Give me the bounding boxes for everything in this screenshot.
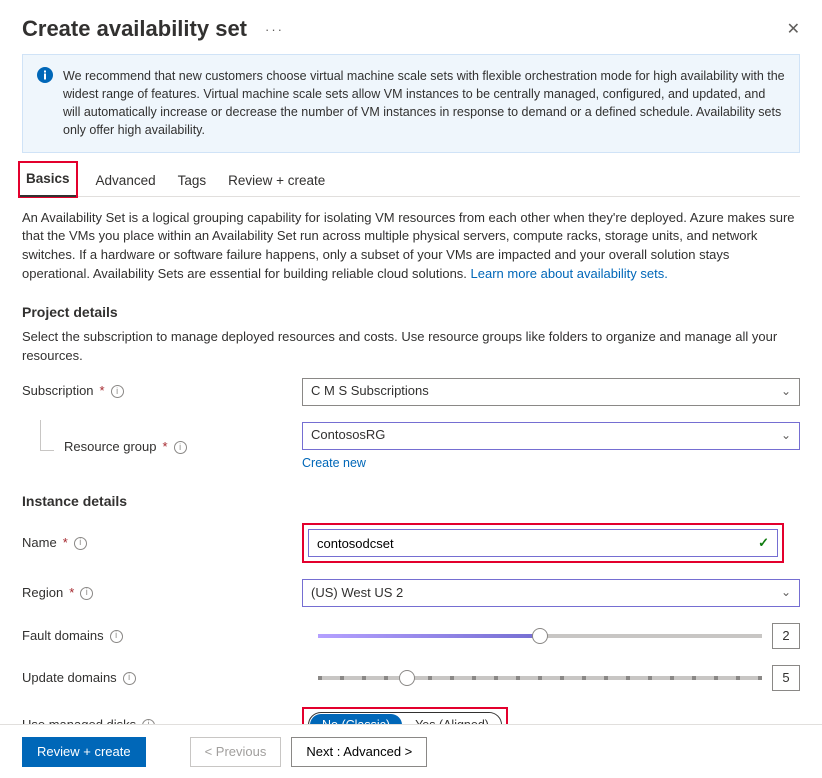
tabs: Basics Advanced Tags Review + create xyxy=(22,163,800,197)
chevron-down-icon: ⌄ xyxy=(781,383,791,400)
subscription-select[interactable]: C M S Subscriptions ⌄ xyxy=(302,378,800,406)
required-indicator: * xyxy=(69,584,74,603)
info-icon[interactable]: i xyxy=(123,672,136,685)
region-label: Region xyxy=(22,584,63,603)
fault-domains-value[interactable]: 2 xyxy=(772,623,800,649)
next-button[interactable]: Next : Advanced > xyxy=(291,737,427,767)
info-banner-text: We recommend that new customers choose v… xyxy=(63,67,785,140)
update-domains-label: Update domains xyxy=(22,669,117,688)
learn-more-link[interactable]: Learn more about availability sets. xyxy=(471,266,668,281)
subscription-label: Subscription xyxy=(22,382,94,401)
page-title: Create availability set xyxy=(22,16,247,42)
create-new-link[interactable]: Create new xyxy=(302,454,366,472)
resource-group-label: Resource group xyxy=(64,438,157,457)
slider-thumb[interactable] xyxy=(532,628,548,644)
tab-advanced[interactable]: Advanced xyxy=(96,163,156,196)
info-icon xyxy=(37,67,53,83)
info-icon[interactable]: i xyxy=(174,441,187,454)
slider-thumb[interactable] xyxy=(399,670,415,686)
required-indicator: * xyxy=(100,382,105,401)
update-domains-value[interactable]: 5 xyxy=(772,665,800,691)
previous-button: < Previous xyxy=(190,737,282,767)
info-icon[interactable]: i xyxy=(110,630,123,643)
valid-check-icon: ✓ xyxy=(758,534,769,553)
info-banner: We recommend that new customers choose v… xyxy=(22,54,800,153)
region-select[interactable]: (US) West US 2 ⌄ xyxy=(302,579,800,607)
tab-review-create[interactable]: Review + create xyxy=(228,163,325,196)
footer: Review + create < Previous Next : Advanc… xyxy=(0,724,822,778)
required-indicator: * xyxy=(163,438,168,457)
resource-group-select[interactable]: ContososRG ⌄ xyxy=(302,422,800,450)
fault-domains-slider[interactable] xyxy=(318,634,762,638)
tab-tags[interactable]: Tags xyxy=(178,163,207,196)
close-button[interactable]: ✕ xyxy=(787,19,800,39)
name-label: Name xyxy=(22,534,57,553)
chevron-down-icon: ⌄ xyxy=(781,427,791,444)
section-project-details: Project details xyxy=(22,302,800,322)
more-menu[interactable]: ··· xyxy=(265,22,284,37)
update-domains-slider[interactable] xyxy=(318,676,762,680)
info-icon[interactable]: i xyxy=(80,587,93,600)
fault-domains-label: Fault domains xyxy=(22,627,104,646)
name-input[interactable]: ✓ xyxy=(308,529,778,557)
info-icon[interactable]: i xyxy=(111,385,124,398)
required-indicator: * xyxy=(63,534,68,553)
tab-description: An Availability Set is a logical groupin… xyxy=(22,209,800,284)
chevron-down-icon: ⌄ xyxy=(781,584,791,601)
tab-basics[interactable]: Basics xyxy=(18,161,78,198)
info-icon[interactable]: i xyxy=(74,537,87,550)
project-details-subtitle: Select the subscription to manage deploy… xyxy=(22,328,800,366)
review-create-button[interactable]: Review + create xyxy=(22,737,146,767)
section-instance-details: Instance details xyxy=(22,491,800,511)
